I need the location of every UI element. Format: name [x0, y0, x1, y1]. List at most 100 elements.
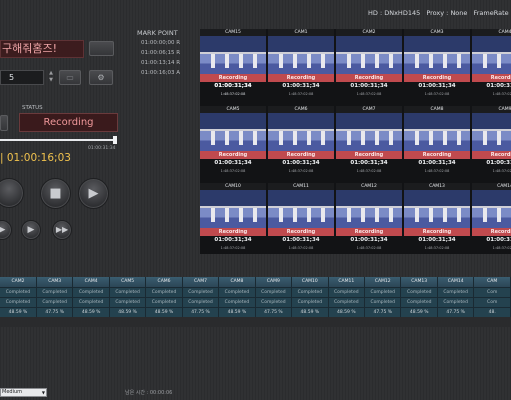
table-cell: Completed: [182, 286, 220, 297]
camera-subinfo: 1:48:37:02:08: [288, 246, 314, 250]
table-cell: Completed: [400, 286, 438, 297]
camera-tile[interactable]: CAM5 Recording 01:00:31;34 1:48:37:02:08: [200, 106, 266, 176]
camera-preview: [404, 190, 470, 228]
camera-tile[interactable]: CAM6 Recording 01:00:31;34 1:48:37:02:08: [268, 106, 334, 176]
table-cell: Completed: [291, 296, 329, 307]
table-cell: Completed: [145, 286, 183, 297]
format-label: HD : DNxHD145: [368, 9, 421, 17]
camera-preview: [404, 36, 470, 74]
camera-tile[interactable]: CAM3 Recording 01:00:31;34 1:48:37:02:08: [404, 29, 470, 99]
table-cell: Completed: [182, 296, 220, 307]
table-cell: Completed: [109, 286, 147, 297]
mark-point-item[interactable]: 01:00:06;15 R: [141, 50, 180, 56]
camera-status: Recording: [200, 151, 266, 159]
previous-button[interactable]: ▶: [0, 220, 12, 240]
table-cell: Completed: [109, 296, 147, 307]
count-stepper[interactable]: ▲ ▼: [47, 70, 55, 85]
camera-status: Recording: [404, 228, 470, 236]
stepper-down-icon[interactable]: ▼: [47, 77, 55, 84]
camera-tile[interactable]: CAM7 Recording 01:00:31;34 1:48:37:02:08: [336, 106, 402, 176]
table-cell: 48.59 %: [109, 306, 147, 317]
mark-point-title: MARK POINT: [137, 29, 178, 37]
table-header: CAM8: [218, 277, 256, 287]
table-cell: Completed: [400, 296, 438, 307]
table-header: CAM5: [109, 277, 147, 287]
table-cell: Completed: [0, 296, 37, 307]
framerate-label: FrameRate : 60M: [473, 9, 511, 17]
camera-subinfo: 1:48:37:02:08: [356, 169, 382, 173]
progress-knob[interactable]: [113, 136, 117, 144]
camera-subinfo: 1:48:37:02:08: [288, 169, 314, 173]
table-cell: Completed: [36, 296, 74, 307]
table-cell: 47.75 %: [437, 306, 475, 317]
camera-subinfo: 1:48:37:02:08: [492, 246, 511, 250]
camera-grid: PGMRecording01:00:31;341:48:37:02:08CAM1…: [200, 29, 511, 254]
fast-forward-icon: ▶▶: [55, 225, 69, 234]
camera-preview: [404, 113, 470, 151]
camera-tile[interactable]: CAM15 Recording 01:00:31;34 1:48:37:02:08: [200, 29, 266, 99]
camera-tile[interactable]: CAM10 Recording 01:00:31;34 1:48:37:02:08: [200, 183, 266, 253]
camera-tile[interactable]: CAM9 Recording01:00:31;34 1:48:37:02:08: [472, 106, 511, 176]
camera-tile[interactable]: CAM12 Recording 01:00:31;34 1:48:37:02:08: [336, 183, 402, 253]
table-cell: 48.59 %: [291, 306, 329, 317]
camera-status: Recording: [200, 228, 266, 236]
title-action-button[interactable]: [89, 41, 114, 56]
camera-name: CAM7: [336, 106, 402, 113]
table-cell: 48.59 %: [0, 306, 37, 317]
table-cell: 47.75 %: [36, 306, 74, 317]
chevron-down-icon: ▼: [41, 390, 45, 395]
play-button[interactable]: ▶: [78, 178, 109, 209]
camera-name: CAM10: [200, 183, 266, 190]
camera-tile[interactable]: CAM13 Recording 01:00:31;34 1:48:37:02:08: [404, 183, 470, 253]
table-cell: Completed: [364, 296, 402, 307]
table-cell: Completed: [145, 296, 183, 307]
camera-preview: [472, 113, 511, 151]
table-row: Completed Completed Completed Completed Comp…: [0, 286, 511, 297]
camera-timecode: 01:00:31;34: [214, 237, 252, 243]
camera-timecode: 01:00:31;34: [418, 83, 456, 89]
table-cell: 48.59 %: [145, 306, 183, 317]
next-button[interactable]: ▶: [21, 220, 41, 240]
status-label: STATUS: [22, 105, 43, 111]
camera-status: Recording: [268, 74, 334, 82]
table-cell: Com: [473, 286, 511, 297]
fast-forward-button[interactable]: ▶▶: [52, 220, 72, 240]
camera-preview: [200, 36, 266, 74]
table-cell: Completed: [437, 296, 475, 307]
stepper-up-icon[interactable]: ▲: [47, 70, 55, 77]
stop-button[interactable]: ■: [40, 178, 71, 209]
camera-tile[interactable]: CAM14 Recording01:00:31;34 1:48:37:02:08: [472, 183, 511, 253]
progress-fill: [0, 139, 114, 141]
table-cell: Completed: [36, 286, 74, 297]
camera-tile[interactable]: CAM4 Recording01:00:31;34 1:48:37:02:08: [472, 29, 511, 99]
mark-point-item[interactable]: 01:00:16;03 A: [141, 70, 180, 76]
table-cell: Completed: [255, 296, 293, 307]
table-header: CAM: [473, 277, 511, 287]
transfer-table: CAM2 CAM3 CAM4 CAM5 CAM6 CAM7 CAM8 CAM9 CAM10 CAM…: [0, 277, 511, 327]
program-title-field[interactable]: 구해줘홈즈!: [0, 40, 84, 58]
table-cell: Completed: [291, 286, 329, 297]
camera-status: Recording: [336, 151, 402, 159]
camera-tile[interactable]: CAM8 Recording 01:00:31;34 1:48:37:02:08: [404, 106, 470, 176]
settings-file-button[interactable]: ⚙: [89, 70, 113, 85]
table-cell: Completed: [437, 286, 475, 297]
status-side-button[interactable]: [0, 115, 8, 131]
folder-button[interactable]: ▭: [59, 70, 81, 85]
table-cell: Completed: [72, 296, 110, 307]
camera-subinfo: 1:48:37:02:08: [288, 92, 314, 96]
mark-point-item[interactable]: 01:00:00;00 R: [141, 40, 180, 46]
camera-tile[interactable]: CAM11 Recording 01:00:31;34 1:48:37:02:08: [268, 183, 334, 253]
record-button[interactable]: [0, 178, 24, 208]
camera-tile[interactable]: CAM1 Recording 01:00:31;34 1:48:37:02:08: [268, 29, 334, 99]
mark-point-item[interactable]: 01:00:13;14 R: [141, 60, 180, 66]
camera-timecode: 01:00:31;34: [214, 83, 252, 89]
camera-preview: [472, 36, 511, 74]
table-header: CAM11: [328, 277, 366, 287]
table-cell: Completed: [72, 286, 110, 297]
quality-select[interactable]: Medium ▼: [0, 388, 47, 397]
camera-tile[interactable]: CAM2 Recording 01:00:31;34 1:48:37:02:08: [336, 29, 402, 99]
camera-timecode: 01:00:31;34: [418, 237, 456, 243]
count-field[interactable]: 5: [0, 70, 44, 85]
camera-status: Recording: [268, 228, 334, 236]
table-cell: Completed: [218, 296, 256, 307]
